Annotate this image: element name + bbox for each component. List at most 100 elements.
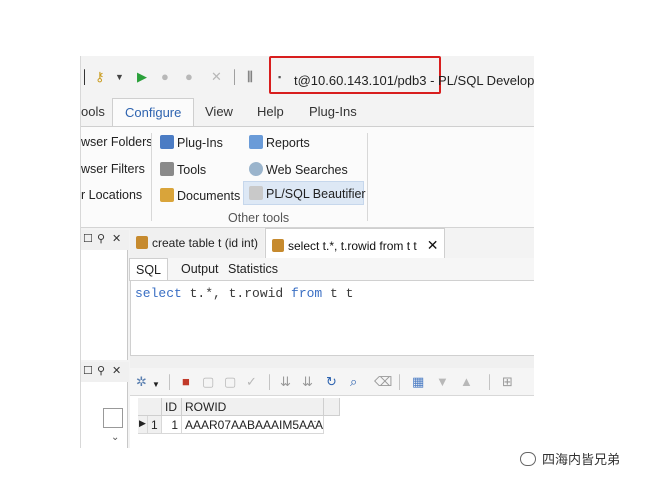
post-changes-icon[interactable]: ✓ [246, 374, 257, 390]
filter-down-icon[interactable]: ▼ [436, 374, 449, 390]
plsql-developer-window: │ ⚷ ▼ ▶ ● ● ✕ │ ⫼ ▪ t@10.60.143.101/pdb3… [80, 56, 534, 448]
toolbar-edge: │ [81, 69, 90, 84]
tab-help[interactable]: Help [257, 104, 284, 119]
sql-table: t t [322, 286, 354, 301]
watermark-text: 四海内皆兄弟 [542, 452, 621, 467]
wechat-icon [520, 452, 536, 466]
toolbar-separator: │ [486, 374, 495, 389]
grid-corner-cell[interactable] [138, 398, 162, 416]
editor-grid-splitter[interactable] [130, 356, 534, 368]
tab-view[interactable]: View [205, 104, 233, 119]
break-icon[interactable]: ✕ [211, 68, 222, 86]
sql-code: select t.*, t.rowid from t t [135, 286, 353, 301]
cell-more-button[interactable]: ··· [310, 416, 320, 427]
documents-icon [160, 188, 174, 202]
grid-column-header-id[interactable]: ID [162, 398, 182, 416]
sql-window-icon [272, 239, 284, 252]
tab-tools[interactable]: ools [81, 104, 105, 119]
object-checkbox[interactable] [103, 408, 123, 428]
export-icon[interactable]: ▦ [412, 374, 424, 390]
plsql-beautifier-label: PL/SQL Beautifier [266, 187, 366, 201]
plug-ins-label: Plug-Ins [177, 136, 223, 150]
web-searches-label: Web Searches [266, 163, 348, 177]
close-icon[interactable]: ✕ [112, 232, 121, 245]
left-pane-header: ☐ ⚲ ✕ [81, 230, 129, 250]
plsql-beautifier-button[interactable]: PL/SQL Beautifier [249, 186, 366, 201]
delete-record-icon[interactable]: ▢ [224, 374, 236, 390]
ribbon-tabs: ools Configure View Help Plug-Ins [81, 98, 534, 127]
beautifier-icon [249, 186, 263, 200]
grid-column-header-rowid[interactable]: ROWID [182, 398, 324, 416]
rowid-value: AAAR07AABAAAIM5AAA [185, 418, 324, 432]
toolbar-separator: │ [396, 374, 405, 389]
ribbon-separator [151, 133, 152, 221]
find-icon[interactable]: ⌕ [350, 374, 357, 390]
clear-icon[interactable]: ⌫ [374, 374, 392, 390]
reports-button[interactable]: Reports [249, 135, 310, 150]
tab-output[interactable]: Output [181, 262, 219, 276]
tools-button[interactable]: Tools [160, 162, 206, 177]
refresh-icon[interactable]: ↻ [326, 374, 337, 390]
web-searches-button[interactable]: Web Searches [249, 162, 348, 177]
table-cell-id[interactable]: 1 [162, 416, 182, 434]
insert-record-icon[interactable]: ▢ [202, 374, 214, 390]
sql-editor[interactable]: select t.*, t.rowid from t t [130, 280, 534, 356]
left-pane-body-2: ⌄ [81, 382, 128, 448]
close-icon[interactable]: ✕ [112, 364, 121, 377]
maximize-icon[interactable]: ☐ [83, 364, 93, 377]
documents-button[interactable]: Documents [160, 188, 240, 203]
filter-up-icon[interactable]: ▲ [460, 374, 473, 390]
fetch-last-icon[interactable]: ⇊ [302, 374, 313, 390]
pin-icon[interactable]: ⚲ [97, 232, 105, 245]
ribbon-separator [367, 133, 368, 221]
ribbon-group-label: Other tools [228, 211, 290, 225]
editor-tab-select[interactable]: select t.*, t.rowid from t t ✕ [265, 228, 446, 258]
sql-columns: t.*, t.rowid [181, 286, 292, 301]
chevron-down-icon[interactable]: ⌄ [111, 432, 119, 443]
lock-icon[interactable]: ● [161, 68, 169, 86]
editor-tab-label: create table t (id int) [152, 236, 259, 250]
window-title: t@10.60.143.101/pdb3 - PL/SQL Develop [294, 73, 534, 88]
close-tab-icon[interactable]: ✕ [427, 237, 439, 253]
grid-column-spacer [324, 398, 340, 416]
tab-plug-ins[interactable]: Plug-Ins [309, 104, 357, 119]
toolbar-separator: │ [166, 374, 175, 389]
connection-icon[interactable]: ▪ [278, 68, 281, 86]
tab-sql[interactable]: SQL [129, 258, 169, 281]
reports-label: Reports [266, 136, 310, 150]
table-cell-rowid[interactable]: AAAR07AABAAAIM5AAA ··· [182, 416, 324, 434]
locations-button[interactable]: r Locations [81, 188, 142, 202]
pin-icon[interactable]: ⚲ [97, 364, 105, 377]
execute-icon[interactable]: ▶ [137, 68, 147, 86]
tab-statistics[interactable]: Statistics [228, 262, 278, 276]
grid-settings-icon[interactable]: ✲ [136, 374, 147, 390]
maximize-icon[interactable]: ☐ [83, 232, 93, 245]
editor-tab-label: select t.*, t.rowid from t t [288, 239, 417, 253]
editor-tab-create-table[interactable]: create table t (id int) [130, 228, 265, 258]
sql-window-icon [136, 236, 148, 249]
grid-settings-dropdown-icon[interactable]: ▼ [152, 377, 160, 393]
plugin-icon [160, 135, 174, 149]
tools-label: Tools [177, 163, 207, 177]
lock-icon[interactable]: ■ [182, 374, 190, 390]
globe-icon [249, 162, 263, 176]
key-dropdown-icon[interactable]: ▼ [115, 68, 124, 86]
tab-configure[interactable]: Configure [112, 98, 195, 127]
unlock-icon[interactable]: ● [185, 68, 193, 86]
result-grid: ID ROWID ▶ 1 1 AAAR07AABAAAIM5AAA ··· [130, 396, 534, 448]
watermark: 四海内皆兄弟 [520, 449, 620, 468]
tools-icon [160, 162, 174, 176]
row-number[interactable]: 1 [148, 416, 162, 434]
key-icon[interactable]: ⚷ [95, 68, 105, 86]
grid-layout-icon[interactable]: ⊞ [502, 374, 513, 390]
browser-folders-button[interactable]: wser Folders [81, 135, 153, 149]
sql-keyword-select: select [135, 286, 182, 301]
toolbar-separator: │ [266, 374, 275, 389]
fetch-next-icon[interactable]: ⇊ [280, 374, 291, 390]
left-pane-body [81, 250, 128, 360]
toolbar-separator: │ [231, 69, 240, 84]
left-pane-header-2: ☐ ⚲ ✕ [81, 362, 129, 382]
browser-filters-button[interactable]: wser Filters [81, 162, 145, 176]
plug-ins-button[interactable]: Plug-Ins [160, 135, 223, 150]
settings-sliders-icon[interactable]: ⫼ [247, 68, 253, 86]
